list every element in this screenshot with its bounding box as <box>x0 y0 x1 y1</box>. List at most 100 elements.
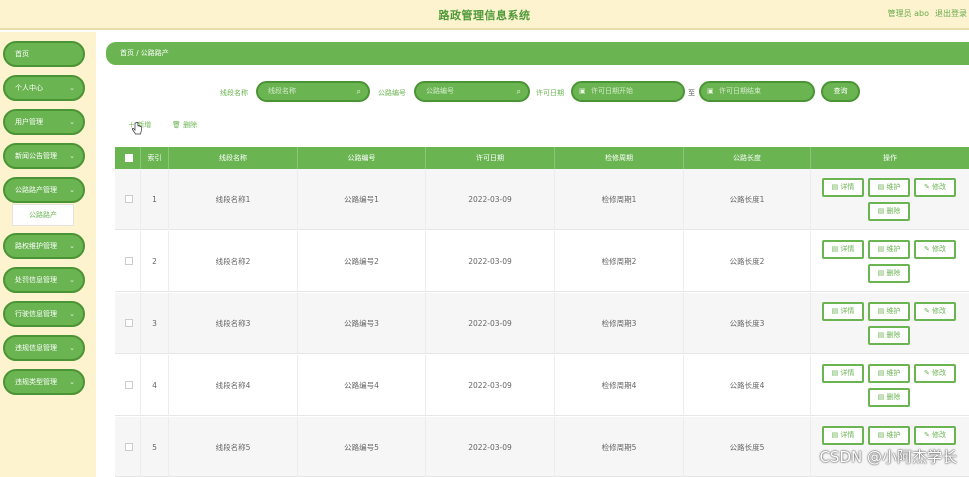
table-header: 索引 线段名称 公路编号 许可日期 检修周期 公路长度 操作 <box>115 147 969 169</box>
road-name-placeholder: 线段名称 <box>268 87 296 95</box>
row-checkbox[interactable] <box>125 319 133 327</box>
edit-button[interactable]: ✎ 修改 <box>914 426 956 445</box>
delete-button[interactable]: 🗑 删除 <box>172 120 197 130</box>
delete-row-button[interactable]: ▤ 删除 <box>868 264 910 283</box>
cell-inspection-cycle: 检修周期5 <box>555 417 684 477</box>
col-road-name: 线段名称 <box>169 147 298 169</box>
cell-road-length: 公路长度5 <box>684 417 811 477</box>
maintain-label: 维护 <box>886 245 901 253</box>
sidebar: 首页 个人中心 ⌄ 用户管理 ⌄ 新闻公告管理 ⌄ 公路路产管理 ⌄ 公路路产 路权维护… <box>0 32 96 477</box>
search-icon: ⌕ <box>356 87 361 96</box>
cell-index: 5 <box>141 417 169 477</box>
chevron-down-icon: ⌄ <box>69 378 75 386</box>
cell-permit-date: 2022-03-09 <box>426 417 555 477</box>
nav-item-profile[interactable]: 个人中心 ⌄ <box>3 75 85 101</box>
edit-button[interactable]: ✎ 修改 <box>914 364 956 383</box>
chevron-down-icon: ⌄ <box>69 186 75 194</box>
query-button[interactable]: 查询 <box>821 81 860 102</box>
calendar-icon: ▣ <box>707 87 714 95</box>
cell-road-name: 线段名称3 <box>169 293 298 354</box>
details-button[interactable]: ▤ 详情 <box>822 426 864 445</box>
nav-item-road-maintenance[interactable]: 路权维护管理 ⌄ <box>3 233 85 259</box>
cell-inspection-cycle: 检修周期3 <box>555 293 684 354</box>
cell-road-number: 公路编号3 <box>298 293 426 354</box>
row-select-cell <box>115 169 141 230</box>
road-number-input[interactable]: 公路编号 ⌕ <box>414 81 530 102</box>
row-checkbox[interactable] <box>125 443 133 451</box>
cell-index: 1 <box>141 169 169 230</box>
logout-link[interactable]: 退出登录 <box>935 8 969 19</box>
nav-item-violation[interactable]: 违规信息管理 ⌄ <box>3 335 85 361</box>
edit-button[interactable]: ✎ 修改 <box>914 178 956 197</box>
trash-icon: 🗑 <box>172 121 181 129</box>
table-row: 3 线段名称3 公路编号3 2022-03-09 检修周期3 公路长度3 ▤ 详… <box>115 293 969 354</box>
cell-road-number: 公路编号1 <box>298 169 426 230</box>
edit-label: 修改 <box>932 245 947 253</box>
hand-cursor-icon <box>132 122 142 135</box>
row-select-cell <box>115 355 141 416</box>
col-actions: 操作 <box>883 154 897 162</box>
nav-item-users[interactable]: 用户管理 ⌄ <box>3 109 85 135</box>
table-row: 1 线段名称1 公路编号1 2022-03-09 检修周期1 公路长度1 ▤ 详… <box>115 169 969 230</box>
watermark: CSDN @小阿杰学长 <box>819 448 957 466</box>
cell-road-length: 公路长度3 <box>684 293 811 354</box>
col-road-number: 公路编号 <box>298 147 426 169</box>
nav-item-violation-type[interactable]: 违规类型管理 ⌄ <box>3 369 85 395</box>
row-checkbox[interactable] <box>125 381 133 389</box>
edit-button[interactable]: ✎ 修改 <box>914 240 956 259</box>
cell-inspection-cycle: 检修周期1 <box>555 169 684 230</box>
details-button[interactable]: ▤ 详情 <box>822 178 864 197</box>
maintain-button[interactable]: ▤ 维护 <box>868 302 910 321</box>
nav-item-label: 处罚信息管理 <box>15 276 57 284</box>
row-checkbox[interactable] <box>125 257 133 265</box>
edit-label: 修改 <box>932 183 947 191</box>
details-label: 详情 <box>840 307 855 315</box>
permit-date-start-input[interactable]: ▣ 许可日期开始 <box>571 81 685 102</box>
select-all-checkbox[interactable] <box>125 154 133 162</box>
cell-index: 4 <box>141 355 169 416</box>
nav-item-label: 违规类型管理 <box>15 378 57 386</box>
delete-row-button[interactable]: ▤ 删除 <box>868 202 910 221</box>
road-name-input[interactable]: 线段名称 ⌕ <box>256 81 370 102</box>
cell-permit-date: 2022-03-09 <box>426 231 555 292</box>
nav-item-road-assets[interactable]: 公路路产管理 ⌄ <box>3 177 85 203</box>
nav-item-penalty[interactable]: 处罚信息管理 ⌄ <box>3 267 85 293</box>
nav-item-driving[interactable]: 行驶信息管理 ⌄ <box>3 301 85 327</box>
maintain-label: 维护 <box>886 431 901 439</box>
cell-permit-date: 2022-03-09 <box>426 355 555 416</box>
maintain-button[interactable]: ▤ 维护 <box>868 240 910 259</box>
breadcrumb: 首页 / 公路路产 <box>106 42 969 65</box>
delete-row-button[interactable]: ▤ 删除 <box>868 326 910 345</box>
col-permit-date: 许可日期 <box>426 147 555 169</box>
col-road-length: 公路长度 <box>684 147 811 169</box>
chevron-down-icon: ⌄ <box>69 310 75 318</box>
nav-item-news[interactable]: 新闻公告管理 ⌄ <box>3 143 85 169</box>
cell-road-name: 线段名称1 <box>169 169 298 230</box>
maintain-button[interactable]: ▤ 维护 <box>868 178 910 197</box>
current-user: 管理员 abo <box>887 9 929 18</box>
details-button[interactable]: ▤ 详情 <box>822 302 864 321</box>
nav-item-label: 个人中心 <box>15 84 43 92</box>
permit-date-end-input[interactable]: ▣ 许可日期结束 <box>699 81 815 102</box>
col-index: 索引 <box>141 147 169 169</box>
cell-road-number: 公路编号5 <box>298 417 426 477</box>
maintain-button[interactable]: ▤ 维护 <box>868 426 910 445</box>
select-all-cell <box>115 147 141 169</box>
details-label: 详情 <box>840 369 855 377</box>
nav-item-label: 路权维护管理 <box>15 242 57 250</box>
row-checkbox[interactable] <box>125 195 133 203</box>
details-button[interactable]: ▤ 详情 <box>822 240 864 259</box>
chevron-down-icon: ⌄ <box>69 344 75 352</box>
maintain-button[interactable]: ▤ 维护 <box>868 364 910 383</box>
nav-item-label: 违规信息管理 <box>15 344 57 352</box>
nav-item-home[interactable]: 首页 <box>3 41 85 67</box>
delete-row-button[interactable]: ▤ 删除 <box>868 388 910 407</box>
edit-label: 修改 <box>932 307 947 315</box>
row-select-cell <box>115 417 141 477</box>
road-number-label: 公路编号 <box>378 89 406 97</box>
edit-label: 修改 <box>932 369 947 377</box>
edit-button[interactable]: ✎ 修改 <box>914 302 956 321</box>
nav-subitem-road-assets[interactable]: 公路路产 <box>12 204 74 226</box>
row-select-cell <box>115 293 141 354</box>
details-button[interactable]: ▤ 详情 <box>822 364 864 383</box>
